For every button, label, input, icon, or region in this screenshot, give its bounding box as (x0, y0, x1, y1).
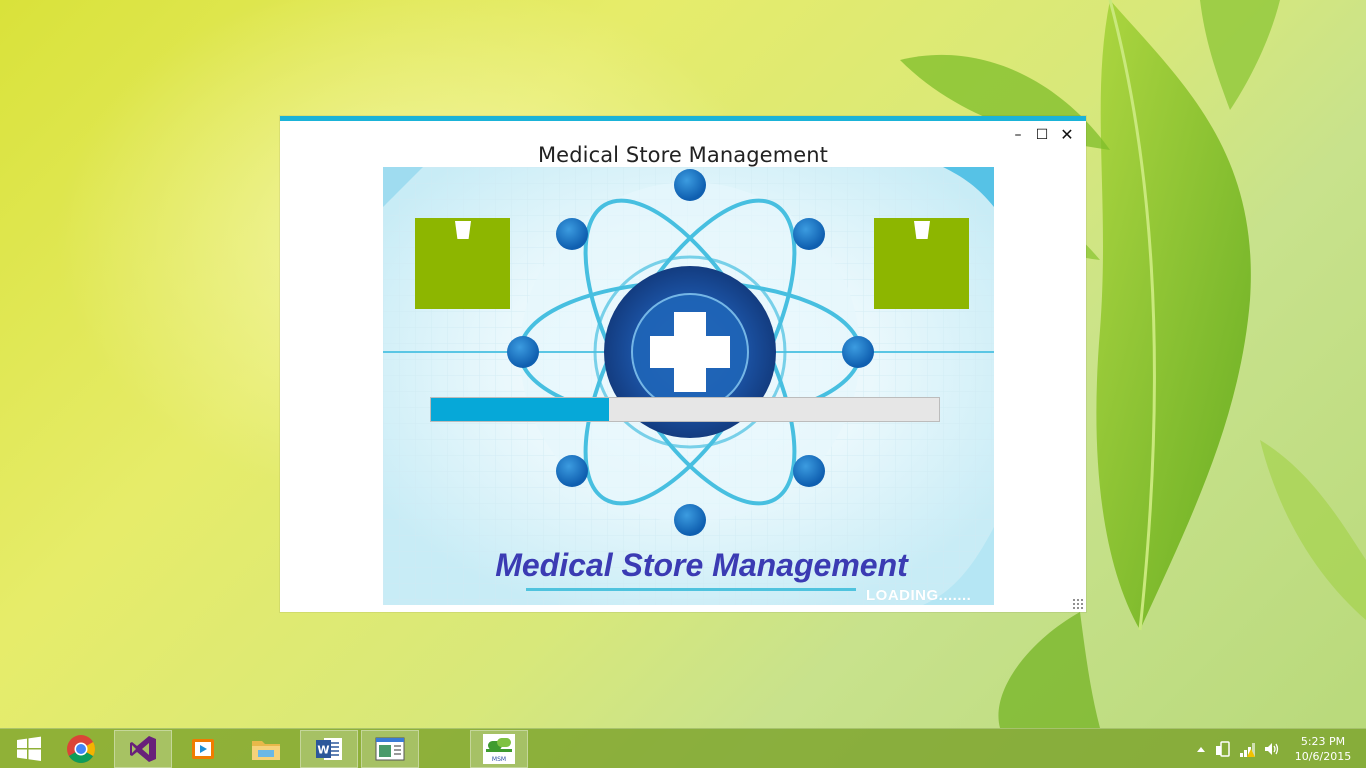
volume-icon[interactable] (1263, 740, 1281, 758)
splash-image: Medical Store Management LOADING....... (383, 167, 994, 605)
minimize-button[interactable]: – (1006, 125, 1030, 145)
brand-underline (526, 588, 856, 591)
progress-fill (431, 398, 609, 421)
word-icon: W (316, 738, 342, 760)
visual-studio-icon (130, 736, 156, 762)
phone-sync-icon[interactable] (1214, 740, 1232, 758)
maximize-button[interactable]: ☐ (1030, 125, 1054, 145)
taskbar-clock[interactable]: 5:23 PM 10/6/2015 (1290, 734, 1356, 764)
taskbar-visual-studio[interactable] (114, 730, 172, 768)
network-signal-icon[interactable] (1239, 740, 1257, 758)
taskbar-msm[interactable]: MSM (470, 730, 528, 768)
taskbar: W MSM 5:23 PM 10/6/2015 (0, 728, 1366, 768)
taskbar-chrome[interactable] (52, 730, 110, 768)
show-hidden-icons-icon[interactable] (1192, 740, 1210, 758)
msm-icon: MSM (483, 734, 515, 764)
windows-logo-icon (17, 736, 41, 761)
chrome-icon (67, 735, 95, 763)
folder-icon (252, 741, 280, 760)
loading-progress-bar (430, 397, 940, 422)
clock-time: 5:23 PM (1300, 735, 1346, 748)
splash-window: Medical Store Management – ☐ ✕ Medical S… (280, 116, 1086, 612)
taskbar-file-explorer[interactable] (237, 730, 295, 768)
close-button[interactable]: ✕ (1055, 125, 1079, 145)
clock-date: 10/6/2015 (1294, 750, 1352, 763)
taskbar-app-window[interactable] (361, 730, 419, 768)
word-letter: W (317, 744, 329, 757)
green-box-left (415, 218, 510, 309)
resize-grip-icon[interactable] (1072, 598, 1084, 610)
window-app-icon (375, 737, 405, 761)
window-title: Medical Store Management (537, 143, 829, 167)
green-box-right (874, 218, 969, 309)
taskbar-media-player[interactable] (174, 730, 232, 768)
brand-title: Medical Store Management (495, 547, 908, 583)
loading-label: LOADING....... (866, 587, 972, 604)
msm-icon-label: MSM (492, 756, 506, 763)
media-player-icon (192, 739, 214, 759)
taskbar-word[interactable]: W (300, 730, 358, 768)
start-button[interactable] (0, 730, 58, 768)
